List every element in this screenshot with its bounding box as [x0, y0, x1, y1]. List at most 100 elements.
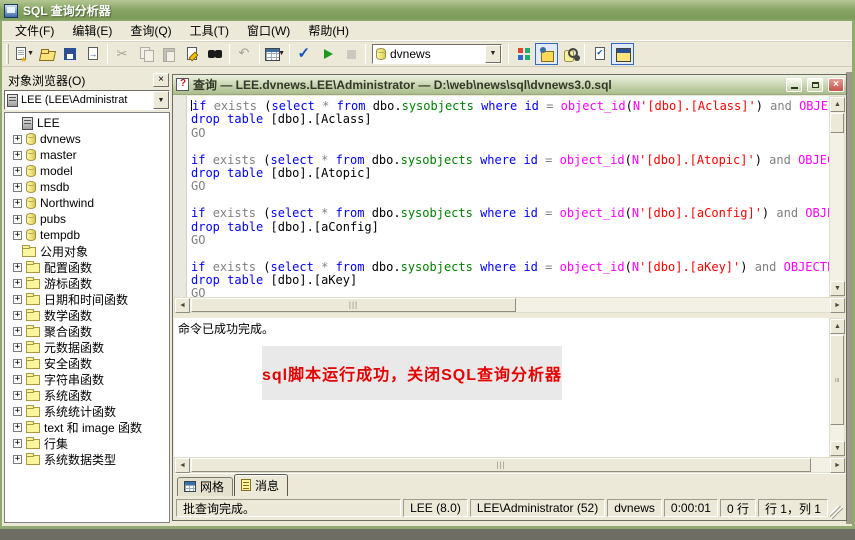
resize-grip[interactable] [830, 506, 843, 519]
scroll-right-icon[interactable]: ► [830, 458, 845, 473]
menu-bar: 文件(F)编辑(E)查询(Q)工具(T)窗口(W)帮助(H) [2, 21, 852, 41]
scroll-down-icon[interactable]: ▼ [830, 281, 845, 296]
tree-item-字符串函数[interactable]: +字符串函数 [5, 371, 169, 387]
tree-item-text-和-image-函数[interactable]: +text 和 image 函数 [5, 419, 169, 435]
scroll-right-icon[interactable]: ► [830, 298, 845, 313]
sql-editor[interactable]: if exists (select * from dbo.sysobjects … [174, 96, 830, 297]
editor-vscrollbar[interactable]: ▲ ▼ [829, 96, 845, 297]
clear-window-button[interactable] [180, 43, 203, 65]
scroll-up-icon[interactable]: ▲ [830, 319, 845, 334]
server-combo[interactable]: LEE (LEE\Administrat ▼ [4, 90, 170, 110]
editor-selection-margin[interactable] [174, 96, 187, 297]
insert-template-button[interactable] [81, 43, 104, 65]
object-tree[interactable]: LEE+dvnews+master+model+msdb+Northwind+p… [4, 112, 170, 523]
tree-item-LEE[interactable]: LEE [5, 115, 169, 131]
tree-item-msdb[interactable]: +msdb [5, 179, 169, 195]
tree-item-日期和时间函数[interactable]: +日期和时间函数 [5, 291, 169, 307]
menu-item[interactable]: 文件(F) [6, 20, 63, 41]
execute-query-button[interactable] [316, 43, 339, 65]
minimize-button[interactable] [786, 78, 802, 92]
menu-item[interactable]: 编辑(E) [63, 20, 121, 41]
tab-grid[interactable]: 网格 [177, 477, 233, 496]
tree-item-pubs[interactable]: +pubs [5, 211, 169, 227]
editor-hscrollbar[interactable]: ◄ ||| ► [174, 297, 846, 313]
show-results-pane-button[interactable] [611, 43, 634, 65]
messages-vscrollbar[interactable]: ▲ ≡ ▼ [829, 318, 845, 457]
tree-item-行集[interactable]: +行集 [5, 435, 169, 451]
expand-icon[interactable]: + [13, 375, 22, 384]
scroll-left-icon[interactable]: ◄ [175, 298, 190, 313]
tree-item-系统统计函数[interactable]: +系统统计函数 [5, 403, 169, 419]
scroll-down-icon[interactable]: ▼ [830, 441, 845, 456]
tab-messages[interactable]: 消息 [234, 474, 288, 496]
messages-vscroll-thumb[interactable]: ≡ [830, 335, 844, 425]
expand-icon[interactable]: + [13, 215, 22, 224]
tree-item-Northwind[interactable]: +Northwind [5, 195, 169, 211]
sql-code[interactable]: if exists (select * from dbo.sysobjects … [187, 96, 830, 297]
menu-item[interactable]: 工具(T) [181, 20, 238, 41]
expand-icon[interactable]: + [13, 327, 22, 336]
toolbar-grip[interactable] [6, 44, 9, 64]
display-estimated-plan-button[interactable] [512, 43, 535, 65]
close-button[interactable]: × [828, 78, 844, 92]
window-titlebar[interactable]: SQL 查询分析器 [0, 0, 855, 21]
expand-icon[interactable]: + [13, 167, 22, 176]
expand-icon[interactable]: + [13, 359, 22, 368]
editor-hscroll-thumb[interactable]: ||| [191, 298, 516, 312]
tab-label: 消息 [255, 477, 279, 494]
expand-icon[interactable]: + [13, 135, 22, 144]
expand-icon[interactable]: + [13, 311, 22, 320]
messages-hscroll-thumb[interactable]: ||| [191, 458, 811, 472]
execute-mode-button[interactable]: ▼ [263, 43, 286, 65]
scroll-left-icon[interactable]: ◄ [175, 458, 190, 473]
tree-item-游标函数[interactable]: +游标函数 [5, 275, 169, 291]
expand-icon[interactable]: + [13, 455, 22, 464]
expand-icon[interactable]: + [13, 279, 22, 288]
scroll-up-icon[interactable]: ▲ [830, 97, 845, 112]
current-connection-properties-button[interactable] [588, 43, 611, 65]
tree-item-公用对象[interactable]: 公用对象 [5, 243, 169, 259]
expand-icon[interactable]: + [13, 199, 22, 208]
tree-item-元数据函数[interactable]: +元数据函数 [5, 339, 169, 355]
tree-item-配置函数[interactable]: +配置函数 [5, 259, 169, 275]
tree-item-tempdb[interactable]: +tempdb [5, 227, 169, 243]
tree-item-dvnews[interactable]: +dvnews [5, 131, 169, 147]
window-title: SQL 查询分析器 [23, 2, 111, 19]
restore-button[interactable] [807, 78, 823, 92]
new-query-button[interactable]: ▼ [12, 43, 35, 65]
tree-item-安全函数[interactable]: +安全函数 [5, 355, 169, 371]
messages-pane[interactable]: 命令已成功完成。 sql脚本运行成功，关闭SQL查询分析器 [174, 318, 830, 457]
editor-vscroll-thumb[interactable] [830, 113, 844, 133]
expand-icon[interactable]: + [13, 263, 22, 272]
expand-icon[interactable]: + [13, 407, 22, 416]
server-combo-dropdown[interactable]: ▼ [153, 91, 169, 109]
messages-hscrollbar[interactable]: ◄ ||| ► [174, 457, 846, 473]
parse-query-button[interactable] [293, 43, 316, 65]
open-file-button[interactable] [35, 43, 58, 65]
tree-item-数学函数[interactable]: +数学函数 [5, 307, 169, 323]
tree-item-系统数据类型[interactable]: +系统数据类型 [5, 451, 169, 467]
expand-icon[interactable]: + [13, 151, 22, 160]
object-search-button[interactable] [558, 43, 581, 65]
query-window-titlebar[interactable]: 查询 — LEE.dvnews.LEE\Administrator — D:\w… [173, 75, 846, 95]
database-combo-dropdown[interactable]: ▼ [485, 45, 501, 63]
database-combo[interactable]: dvnews▼ [372, 44, 502, 64]
close-panel-button[interactable]: × [153, 73, 169, 87]
save-button[interactable] [58, 43, 81, 65]
expand-icon[interactable]: + [13, 231, 22, 240]
expand-icon[interactable]: + [13, 391, 22, 400]
expand-icon[interactable]: + [13, 183, 22, 192]
tree-item-聚合函数[interactable]: +聚合函数 [5, 323, 169, 339]
expand-icon[interactable]: + [13, 343, 22, 352]
object-browser-toggle-button[interactable] [535, 43, 558, 65]
menu-item[interactable]: 窗口(W) [238, 20, 299, 41]
tree-item-系统函数[interactable]: +系统函数 [5, 387, 169, 403]
tree-item-master[interactable]: +master [5, 147, 169, 163]
expand-icon[interactable]: + [13, 295, 22, 304]
menu-item[interactable]: 查询(Q) [121, 20, 180, 41]
expand-icon[interactable]: + [13, 423, 22, 432]
expand-icon[interactable]: + [13, 439, 22, 448]
find-button[interactable] [203, 43, 226, 65]
menu-item[interactable]: 帮助(H) [299, 20, 358, 41]
tree-item-model[interactable]: +model [5, 163, 169, 179]
